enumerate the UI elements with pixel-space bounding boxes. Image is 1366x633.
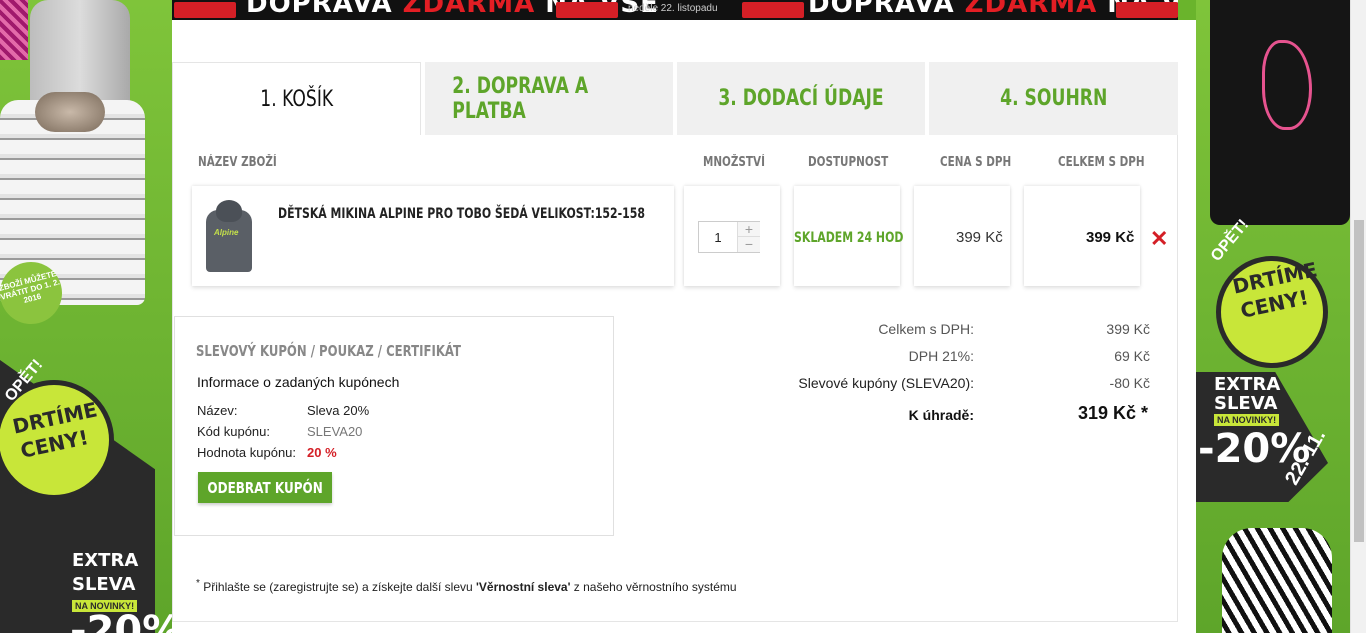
summary-pay-label: K úhradě:: [908, 407, 974, 423]
minus-icon[interactable]: −: [737, 237, 760, 252]
product-photo-knit: [0, 0, 28, 60]
coupon-value-value: 20 %: [307, 445, 337, 460]
coupon-value-label: Hodnota kupónu:: [197, 445, 297, 460]
promo-sleva-text: SLEVA: [72, 574, 136, 595]
promo-extra-text-right: EXTRA: [1214, 374, 1281, 395]
coupon-code-label: Kód kupónu:: [197, 424, 271, 439]
truck-icon: [1116, 2, 1178, 18]
promo-percent-text: -20%: [70, 608, 172, 633]
plus-icon[interactable]: +: [737, 222, 760, 237]
product-name-link[interactable]: DĚTSKÁ MIKINA ALPINE PRO TOBO ŠEDÁ VELIK…: [278, 206, 645, 222]
remove-coupon-button[interactable]: ODEBRAT KUPÓN: [198, 472, 332, 503]
header-product-name: NÁZEV ZBOŽÍ: [198, 155, 277, 170]
tab-summary-label: 4. SOUHRN: [999, 62, 1108, 135]
quantity-input[interactable]: [699, 222, 737, 252]
truck-icon: [556, 2, 618, 18]
line-total: 399 Kč: [1086, 229, 1135, 246]
summary-vat-label: DPH 21%:: [908, 348, 974, 364]
quantity-stepper[interactable]: + −: [698, 221, 760, 253]
page-scrollbar[interactable]: [1350, 0, 1366, 633]
coupon-title: SLEVOVÝ KUPÓN / POUKAZ / CERTIFIKÁT: [196, 342, 462, 360]
banner-date: neděle 22. listopadu: [628, 3, 718, 14]
loyalty-link[interactable]: 'Věrnostní sleva': [476, 580, 570, 594]
tab-shipping-payment[interactable]: 2. DOPRAVA A PLATBA: [425, 62, 673, 135]
tab-summary[interactable]: 4. SOUHRN: [929, 62, 1178, 135]
header-quantity: MNOŽSTVÍ: [703, 155, 765, 170]
coupon-name-label: Název:: [197, 403, 238, 418]
cart-page: 1. KOŠÍK 2. DOPRAVA A PLATBA 3. DODACÍ Ú…: [172, 20, 1196, 633]
promo-extra-text: EXTRA: [72, 550, 139, 571]
fur-hood-decoration: [35, 92, 105, 132]
tab-delivery-details-label: 3. DODACÍ ÚDAJE: [718, 62, 884, 135]
header-availability: DOSTUPNOST: [808, 155, 889, 170]
loyalty-footnote: * Přihlašte se (zaregistrujte se) a získ…: [196, 578, 737, 594]
truck-icon: [174, 2, 236, 18]
summary-coupons-label: Slevové kupóny (SLEVA20):: [798, 375, 974, 391]
summary-coupons-value: -80 Kč: [1109, 375, 1150, 391]
tab-cart-label: 1. KOŠÍK: [260, 63, 333, 135]
header-price: CENA S DPH: [940, 155, 1012, 170]
promo-novinky-text-right: NA NOVINKY!: [1214, 414, 1280, 426]
availability-status: SKLADEM 24 HOD: [794, 230, 904, 246]
coupon-info-heading: Informace o zadaných kupónech: [197, 374, 400, 390]
summary-total-label: Celkem s DPH:: [878, 321, 974, 337]
remove-item-icon[interactable]: ✕: [1150, 226, 1168, 252]
scrollbar-thumb[interactable]: [1354, 220, 1364, 542]
coupon-code-value: SLEVA20: [307, 424, 363, 439]
summary-total-value: 399 Kč: [1106, 321, 1150, 337]
unit-price: 399 Kč: [956, 229, 1003, 246]
hoodie-hood: [216, 200, 242, 222]
tab-shipping-payment-label: 2. DOPRAVA A PLATBA: [452, 62, 646, 135]
promo-sleva-text-right: SLEVA: [1214, 393, 1278, 414]
tab-delivery-details[interactable]: 3. DODACÍ ÚDAJE: [677, 62, 925, 135]
tab-cart[interactable]: 1. KOŠÍK: [172, 62, 421, 135]
hoodie-print: Alpine: [214, 228, 239, 237]
free-shipping-banner[interactable]: DOPRAVA ZDARMA NA VŠE neděle 22. listopa…: [172, 0, 1178, 20]
summary-vat-value: 69 Kč: [1114, 348, 1150, 364]
header-total: CELKEM S DPH: [1058, 155, 1145, 170]
summary-pay-value: 319 Kč *: [1077, 403, 1148, 423]
truck-icon: [742, 2, 804, 18]
coupon-name-value: Sleva 20%: [307, 403, 370, 418]
checkout-steps: 1. KOŠÍK 2. DOPRAVA A PLATBA 3. DODACÍ Ú…: [172, 62, 1178, 135]
left-promo-banner[interactable]: ZBOŽÍ MŮŽETE VRÁTIT DO 1. 2. 2016 OPĚT! …: [0, 0, 172, 633]
product-thumbnail[interactable]: Alpine: [200, 200, 258, 272]
product-photo-zebra-jacket: [1222, 528, 1332, 633]
table-row-shade: [192, 186, 674, 286]
